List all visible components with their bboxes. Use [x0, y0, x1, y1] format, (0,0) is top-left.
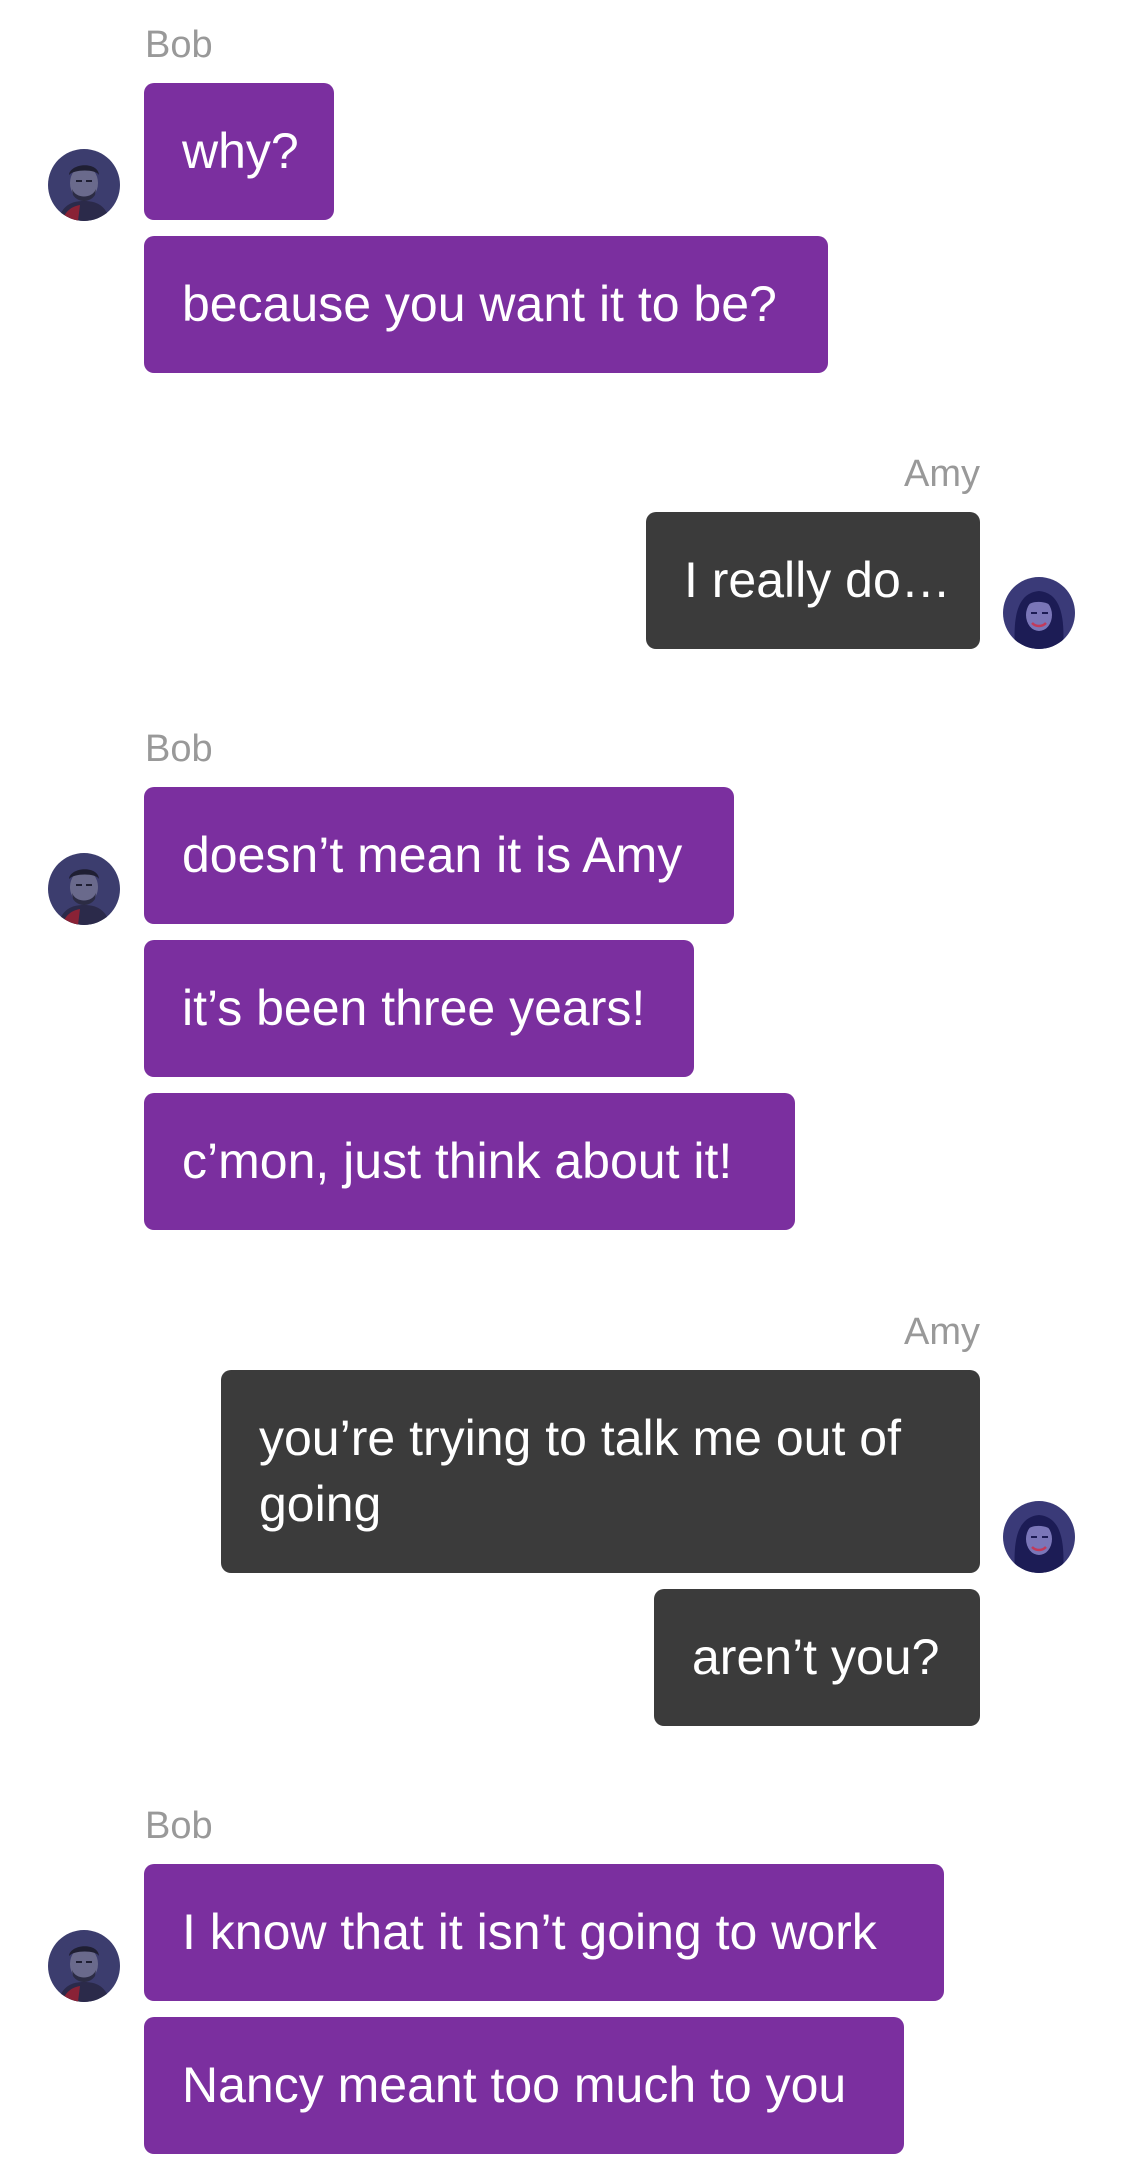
message-bubble[interactable]: I really do…: [646, 512, 980, 649]
message-bubble[interactable]: it’s been three years!: [144, 940, 694, 1077]
message-bubble[interactable]: I know that it isn’t going to work: [144, 1864, 944, 2001]
message-bubble[interactable]: doesn’t mean it is Amy: [144, 787, 734, 924]
sender-name: Bob: [145, 24, 213, 66]
message-bubble[interactable]: c’mon, just think about it!: [144, 1093, 795, 1230]
sender-name: Bob: [145, 1805, 213, 1847]
message-bubble[interactable]: aren’t you?: [654, 1589, 980, 1726]
message-bubble[interactable]: why?: [144, 83, 334, 220]
man-portrait-avatar[interactable]: [48, 853, 120, 925]
message-bubble[interactable]: because you want it to be?: [144, 236, 828, 373]
man-portrait-avatar[interactable]: [48, 1930, 120, 2002]
man-portrait-avatar[interactable]: [48, 149, 120, 221]
woman-portrait-avatar[interactable]: [1003, 577, 1075, 649]
sender-name: Amy: [904, 453, 980, 495]
sender-name: Bob: [145, 728, 213, 770]
message-bubble[interactable]: Nancy meant too much to you: [144, 2017, 904, 2154]
woman-portrait-avatar[interactable]: [1003, 1501, 1075, 1573]
sender-name: Amy: [904, 1311, 980, 1353]
message-bubble[interactable]: you’re trying to talk me out of going: [221, 1370, 980, 1573]
